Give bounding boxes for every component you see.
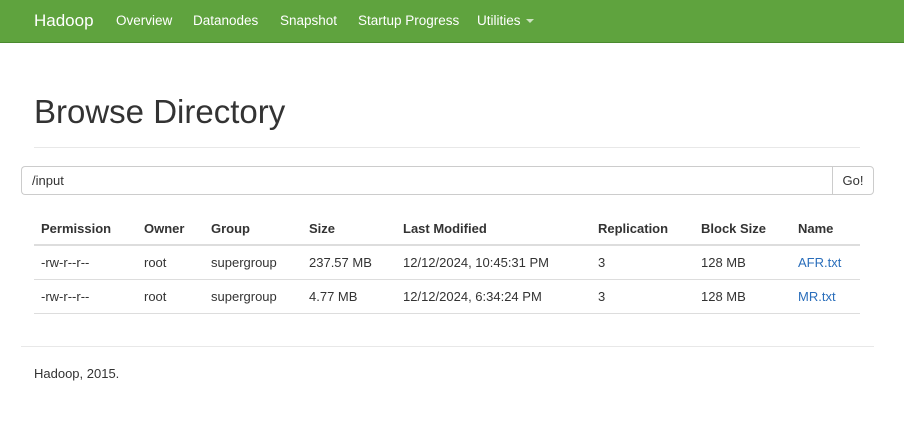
- cell-replication: 3: [598, 255, 606, 270]
- cell-last-modified: 12/12/2024, 6:34:24 PM: [403, 289, 542, 304]
- footer-divider: [21, 346, 874, 347]
- header-permission[interactable]: Permission: [41, 212, 111, 244]
- nav-utilities-dropdown[interactable]: Utilities: [477, 13, 534, 28]
- cell-name: MR.txt: [798, 280, 836, 313]
- cell-owner: root: [144, 289, 167, 304]
- footer-text: Hadoop, 2015.: [34, 366, 120, 381]
- directory-path-input[interactable]: [21, 166, 832, 195]
- cell-size: 237.57 MB: [309, 255, 372, 270]
- header-block-size[interactable]: Block Size: [701, 212, 766, 244]
- table-row: -rw-r--r-- root supergroup 4.77 MB 12/12…: [34, 280, 860, 314]
- cell-block-size: 128 MB: [701, 255, 746, 270]
- nav-snapshot[interactable]: Snapshot: [280, 13, 337, 28]
- header-owner[interactable]: Owner: [144, 212, 184, 244]
- cell-last-modified: 12/12/2024, 10:45:31 PM: [403, 255, 550, 270]
- top-navbar: Hadoop Overview Datanodes Snapshot Start…: [0, 0, 904, 43]
- nav-datanodes[interactable]: Datanodes: [193, 13, 258, 28]
- file-link[interactable]: AFR.txt: [798, 255, 841, 270]
- cell-name: AFR.txt: [798, 246, 841, 279]
- cell-block-size: 128 MB: [701, 289, 746, 304]
- cell-size: 4.77 MB: [309, 289, 358, 304]
- cell-permission: -rw-r--r--: [41, 289, 90, 304]
- cell-owner: root: [144, 255, 167, 270]
- brand-link[interactable]: Hadoop: [34, 11, 94, 31]
- file-link[interactable]: MR.txt: [798, 289, 836, 304]
- nav-utilities-label: Utilities: [477, 13, 521, 28]
- title-divider: [34, 147, 860, 148]
- cell-replication: 3: [598, 289, 606, 304]
- page-title: Browse Directory: [34, 93, 286, 130]
- table-row: -rw-r--r-- root supergroup 237.57 MB 12/…: [34, 246, 860, 280]
- nav-overview[interactable]: Overview: [116, 13, 172, 28]
- cell-permission: -rw-r--r--: [41, 255, 90, 270]
- go-button[interactable]: Go!: [832, 166, 874, 195]
- caret-down-icon: [525, 19, 534, 24]
- cell-group: supergroup: [211, 289, 277, 304]
- cell-group: supergroup: [211, 255, 277, 270]
- header-last-modified[interactable]: Last Modified: [403, 212, 487, 244]
- header-size[interactable]: Size: [309, 212, 335, 244]
- header-replication[interactable]: Replication: [598, 212, 668, 244]
- header-name[interactable]: Name: [798, 212, 833, 244]
- directory-table: Permission Owner Group Size Last Modifie…: [34, 212, 860, 314]
- table-header-row: Permission Owner Group Size Last Modifie…: [34, 212, 860, 246]
- header-group[interactable]: Group: [211, 212, 250, 244]
- nav-startup-progress[interactable]: Startup Progress: [358, 13, 459, 28]
